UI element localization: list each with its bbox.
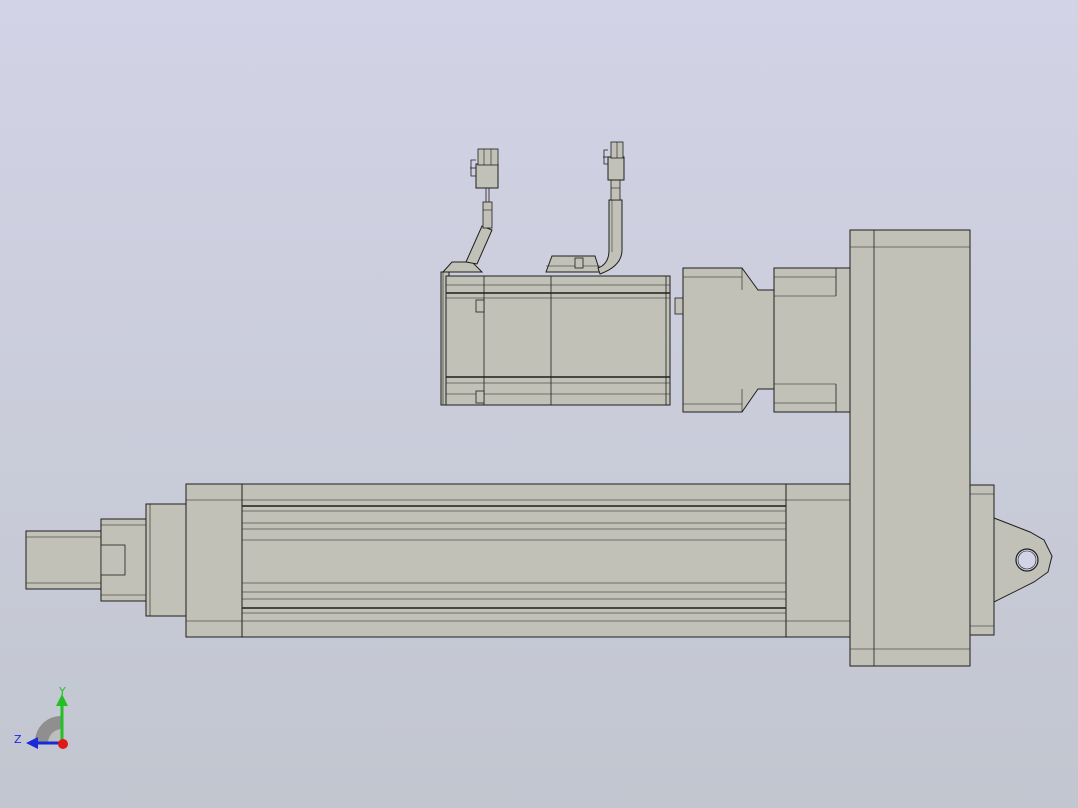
graphics-viewport[interactable]: Y Z — [0, 0, 1078, 808]
rod-wiper-seal[interactable] — [145, 503, 187, 617]
encoder-plug[interactable] — [607, 156, 625, 181]
encoder-connector-base[interactable] — [545, 255, 601, 273]
encoder-cable-boot[interactable] — [597, 199, 623, 275]
y-axis-label: Y — [58, 685, 66, 698]
front-end-cap[interactable] — [185, 483, 243, 638]
clevis-plate[interactable] — [967, 484, 995, 636]
motor-body[interactable] — [445, 275, 671, 406]
servo-motor[interactable] — [440, 255, 684, 406]
power-cable[interactable] — [465, 148, 499, 265]
piston-rod-end[interactable] — [25, 530, 103, 590]
power-cable-boot[interactable] — [465, 225, 493, 265]
cylinder-tube[interactable] — [241, 483, 787, 638]
rear-housing[interactable] — [785, 483, 851, 638]
cad-model-view[interactable] — [0, 0, 1078, 808]
encoder-cable[interactable] — [597, 141, 625, 275]
x-axis-dot — [58, 739, 68, 749]
actuator-assembly[interactable] — [25, 483, 851, 638]
clevis-pin-hole[interactable] — [1015, 548, 1039, 572]
rear-clevis[interactable] — [967, 484, 1053, 636]
z-arrow-head-icon — [26, 737, 38, 749]
z-axis-label: Z — [14, 733, 22, 746]
motor-flange[interactable] — [682, 267, 851, 413]
power-plug[interactable] — [475, 163, 499, 189]
belt-drive-housing[interactable] — [849, 229, 971, 667]
orientation-triad: Y Z — [14, 685, 68, 749]
flange-adapter[interactable] — [682, 267, 775, 413]
belt-cover[interactable] — [849, 229, 971, 667]
coupling-housing[interactable] — [773, 267, 851, 413]
